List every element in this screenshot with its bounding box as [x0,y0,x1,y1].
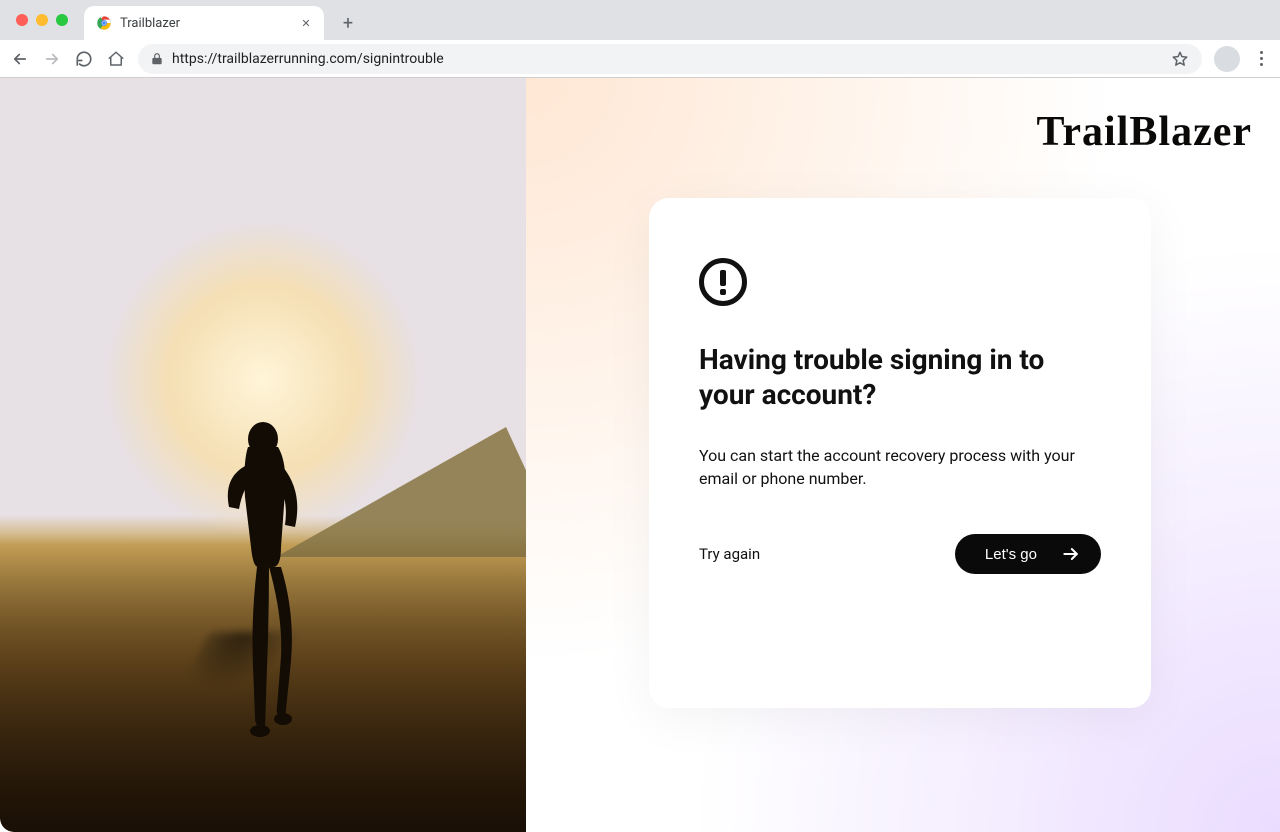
recovery-card: Having trouble signing in to your accoun… [649,198,1151,708]
address-bar-url: https://trailblazerrunning.com/signintro… [172,51,1162,67]
lets-go-button-label: Let's go [985,546,1037,563]
arrow-right-icon [1061,544,1081,564]
tab-strip: Trailblazer + [0,0,1280,40]
window-controls [10,0,74,40]
nav-forward-button[interactable] [42,49,62,69]
lets-go-button[interactable]: Let's go [955,534,1101,574]
browser-chrome: Trailblazer + https://trailblazerrunning… [0,0,1280,78]
new-tab-button[interactable]: + [334,9,362,37]
card-heading: Having trouble signing in to your accoun… [699,342,1101,412]
nav-home-button[interactable] [106,49,126,69]
try-again-link[interactable]: Try again [699,545,760,563]
browser-tab[interactable]: Trailblazer [84,6,324,40]
window-zoom-button[interactable] [56,14,68,26]
card-description: You can start the account recovery proce… [699,444,1101,490]
hero-image [0,78,526,832]
nav-back-button[interactable] [10,49,30,69]
browser-toolbar: https://trailblazerrunning.com/signintro… [0,40,1280,77]
brand-logo: TrailBlazer [1037,108,1252,156]
browser-menu-button[interactable] [1252,51,1270,66]
window-close-button[interactable] [16,14,28,26]
content-panel: TrailBlazer Having trouble signing in to… [526,78,1280,832]
tab-title: Trailblazer [120,16,290,31]
tab-close-button[interactable] [298,15,314,31]
hero-runner-silhouette [203,417,323,757]
page-viewport: TrailBlazer Having trouble signing in to… [0,78,1280,832]
alert-icon [699,258,747,306]
profile-avatar[interactable] [1214,46,1240,72]
tab-favicon-icon [96,15,112,31]
bookmark-star-icon[interactable] [1170,49,1190,69]
window-minimize-button[interactable] [36,14,48,26]
card-actions: Try again Let's go [699,534,1101,574]
address-bar[interactable]: https://trailblazerrunning.com/signintro… [138,44,1202,74]
nav-reload-button[interactable] [74,49,94,69]
lock-icon [150,52,164,66]
